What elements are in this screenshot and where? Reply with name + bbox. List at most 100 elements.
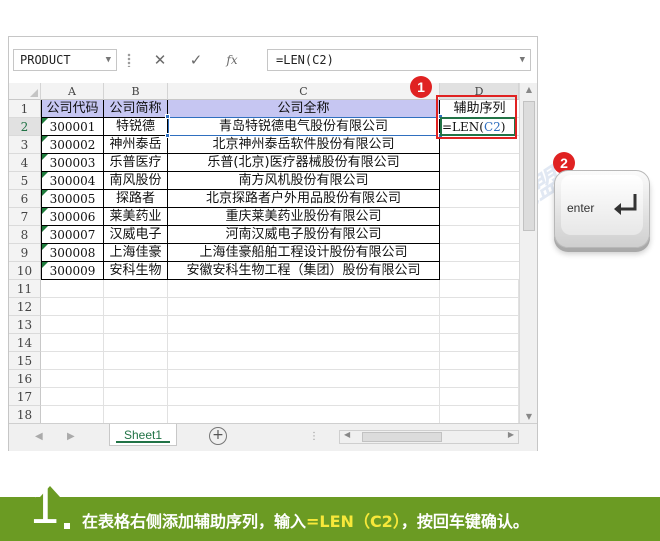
empty-cell[interactable] [104, 316, 168, 334]
cell-short-name[interactable]: 特锐德 [104, 118, 168, 136]
select-all-button[interactable] [9, 83, 41, 100]
empty-cell[interactable] [168, 298, 440, 316]
cell-short-name[interactable]: 探路者 [104, 190, 168, 208]
empty-cell[interactable] [440, 280, 519, 298]
row-header[interactable]: 11 [9, 280, 41, 298]
empty-cell[interactable] [41, 334, 104, 352]
row-header[interactable]: 6 [9, 190, 41, 208]
empty-cell[interactable] [41, 406, 104, 423]
empty-cell[interactable] [440, 370, 519, 388]
row-header[interactable]: 10 [9, 262, 41, 280]
scroll-thumb[interactable] [523, 101, 535, 231]
vertical-scrollbar[interactable]: ▲ ▼ [519, 83, 537, 423]
insert-function-button[interactable]: fx [217, 49, 247, 71]
empty-cell[interactable] [41, 388, 104, 406]
worksheet-grid[interactable]: A B C D 1 2 3 4 5 6 7 8 9 10 11 12 13 14 15 16 17 18 公司代码… [9, 83, 519, 423]
empty-cell[interactable] [168, 352, 440, 370]
cell-aux[interactable] [440, 208, 519, 226]
cell-short-name[interactable]: 安科生物 [104, 262, 168, 280]
empty-cell[interactable] [440, 316, 519, 334]
row-header[interactable]: 1 [9, 100, 41, 118]
resize-handle[interactable] [127, 53, 131, 67]
cell-aux[interactable] [440, 154, 519, 172]
empty-cell[interactable] [41, 298, 104, 316]
row-header[interactable]: 5 [9, 172, 41, 190]
empty-cell[interactable] [440, 298, 519, 316]
cell-code[interactable]: 300009 [41, 262, 104, 280]
empty-cell[interactable] [104, 406, 168, 423]
empty-cell[interactable] [104, 370, 168, 388]
cell-code[interactable]: 300007 [41, 226, 104, 244]
cell-code[interactable]: 300001 [41, 118, 104, 136]
ref-handle[interactable] [165, 114, 170, 119]
cell-full-name[interactable]: 上海佳豪船舶工程设计股份有限公司 [168, 244, 440, 262]
empty-cell[interactable] [104, 352, 168, 370]
cell-aux[interactable] [440, 172, 519, 190]
name-box[interactable]: PRODUCT ▼ [13, 49, 117, 71]
row-header[interactable]: 2 [9, 118, 41, 136]
empty-cell[interactable] [104, 280, 168, 298]
empty-cell[interactable] [168, 388, 440, 406]
empty-cell[interactable] [104, 334, 168, 352]
empty-cell[interactable] [440, 388, 519, 406]
tab-prev-icon[interactable]: ◀ [35, 431, 43, 442]
ref-handle[interactable] [165, 133, 170, 138]
cell-short-name[interactable]: 莱美药业 [104, 208, 168, 226]
cell-full-name[interactable]: 北京探路者户外用品股份有限公司 [168, 190, 440, 208]
column-header-b[interactable]: B [104, 83, 168, 100]
empty-cell[interactable] [104, 298, 168, 316]
empty-cell[interactable] [168, 280, 440, 298]
tab-sheet1[interactable]: Sheet1 [109, 424, 177, 446]
cell-full-name[interactable]: 安徽安科生物工程（集团）股份有限公司 [168, 262, 440, 280]
cell-aux[interactable] [440, 190, 519, 208]
tab-next-icon[interactable]: ▶ [67, 431, 75, 442]
header-cell-short[interactable]: 公司简称 [104, 100, 168, 118]
cell-code[interactable]: 300003 [41, 154, 104, 172]
more-options-icon[interactable]: ⋮ [309, 431, 319, 442]
cell-full-name[interactable]: 南方风机股份有限公司 [168, 172, 440, 190]
cell-code[interactable]: 300008 [41, 244, 104, 262]
empty-cell[interactable] [440, 406, 519, 423]
chevron-down-icon[interactable]: ▼ [106, 50, 111, 70]
empty-cell[interactable] [41, 370, 104, 388]
cell-short-name[interactable]: 上海佳豪 [104, 244, 168, 262]
empty-cell[interactable] [440, 352, 519, 370]
cell-code[interactable]: 300002 [41, 136, 104, 154]
row-header[interactable]: 18 [9, 406, 41, 423]
cell-code[interactable]: 300005 [41, 190, 104, 208]
row-header[interactable]: 16 [9, 370, 41, 388]
cell-aux[interactable] [440, 226, 519, 244]
scroll-down-icon[interactable]: ▼ [520, 412, 538, 421]
row-header[interactable]: 9 [9, 244, 41, 262]
row-header[interactable]: 12 [9, 298, 41, 316]
scroll-left-icon[interactable]: ◀ [344, 430, 350, 439]
empty-cell[interactable] [168, 334, 440, 352]
horizontal-scrollbar[interactable]: ◀ ▶ [339, 430, 519, 444]
scroll-right-icon[interactable]: ▶ [508, 430, 514, 439]
confirm-icon[interactable]: ✓ [181, 49, 211, 71]
cell-full-name[interactable]: 河南汉威电子股份有限公司 [168, 226, 440, 244]
cell-full-name[interactable]: 重庆莱美药业股份有限公司 [168, 208, 440, 226]
cell-short-name[interactable]: 汉威电子 [104, 226, 168, 244]
row-header[interactable]: 15 [9, 352, 41, 370]
row-header[interactable]: 3 [9, 136, 41, 154]
row-header[interactable]: 8 [9, 226, 41, 244]
row-header[interactable]: 17 [9, 388, 41, 406]
cell-code[interactable]: 300006 [41, 208, 104, 226]
formula-input[interactable]: =LEN(C2) ▼ [267, 49, 531, 71]
empty-cell[interactable] [168, 316, 440, 334]
cell-short-name[interactable]: 南风股份 [104, 172, 168, 190]
chevron-down-icon[interactable]: ▼ [520, 50, 525, 70]
empty-cell[interactable] [41, 316, 104, 334]
empty-cell[interactable] [168, 370, 440, 388]
empty-cell[interactable] [440, 334, 519, 352]
row-header[interactable]: 14 [9, 334, 41, 352]
empty-cell[interactable] [168, 406, 440, 423]
add-sheet-icon[interactable]: + [209, 427, 227, 445]
cell-full-name[interactable]: 北京神州泰岳软件股份有限公司 [168, 136, 440, 154]
cell-aux[interactable] [440, 262, 519, 280]
scroll-thumb[interactable] [362, 432, 442, 442]
empty-cell[interactable] [104, 388, 168, 406]
row-header[interactable]: 7 [9, 208, 41, 226]
empty-cell[interactable] [41, 352, 104, 370]
